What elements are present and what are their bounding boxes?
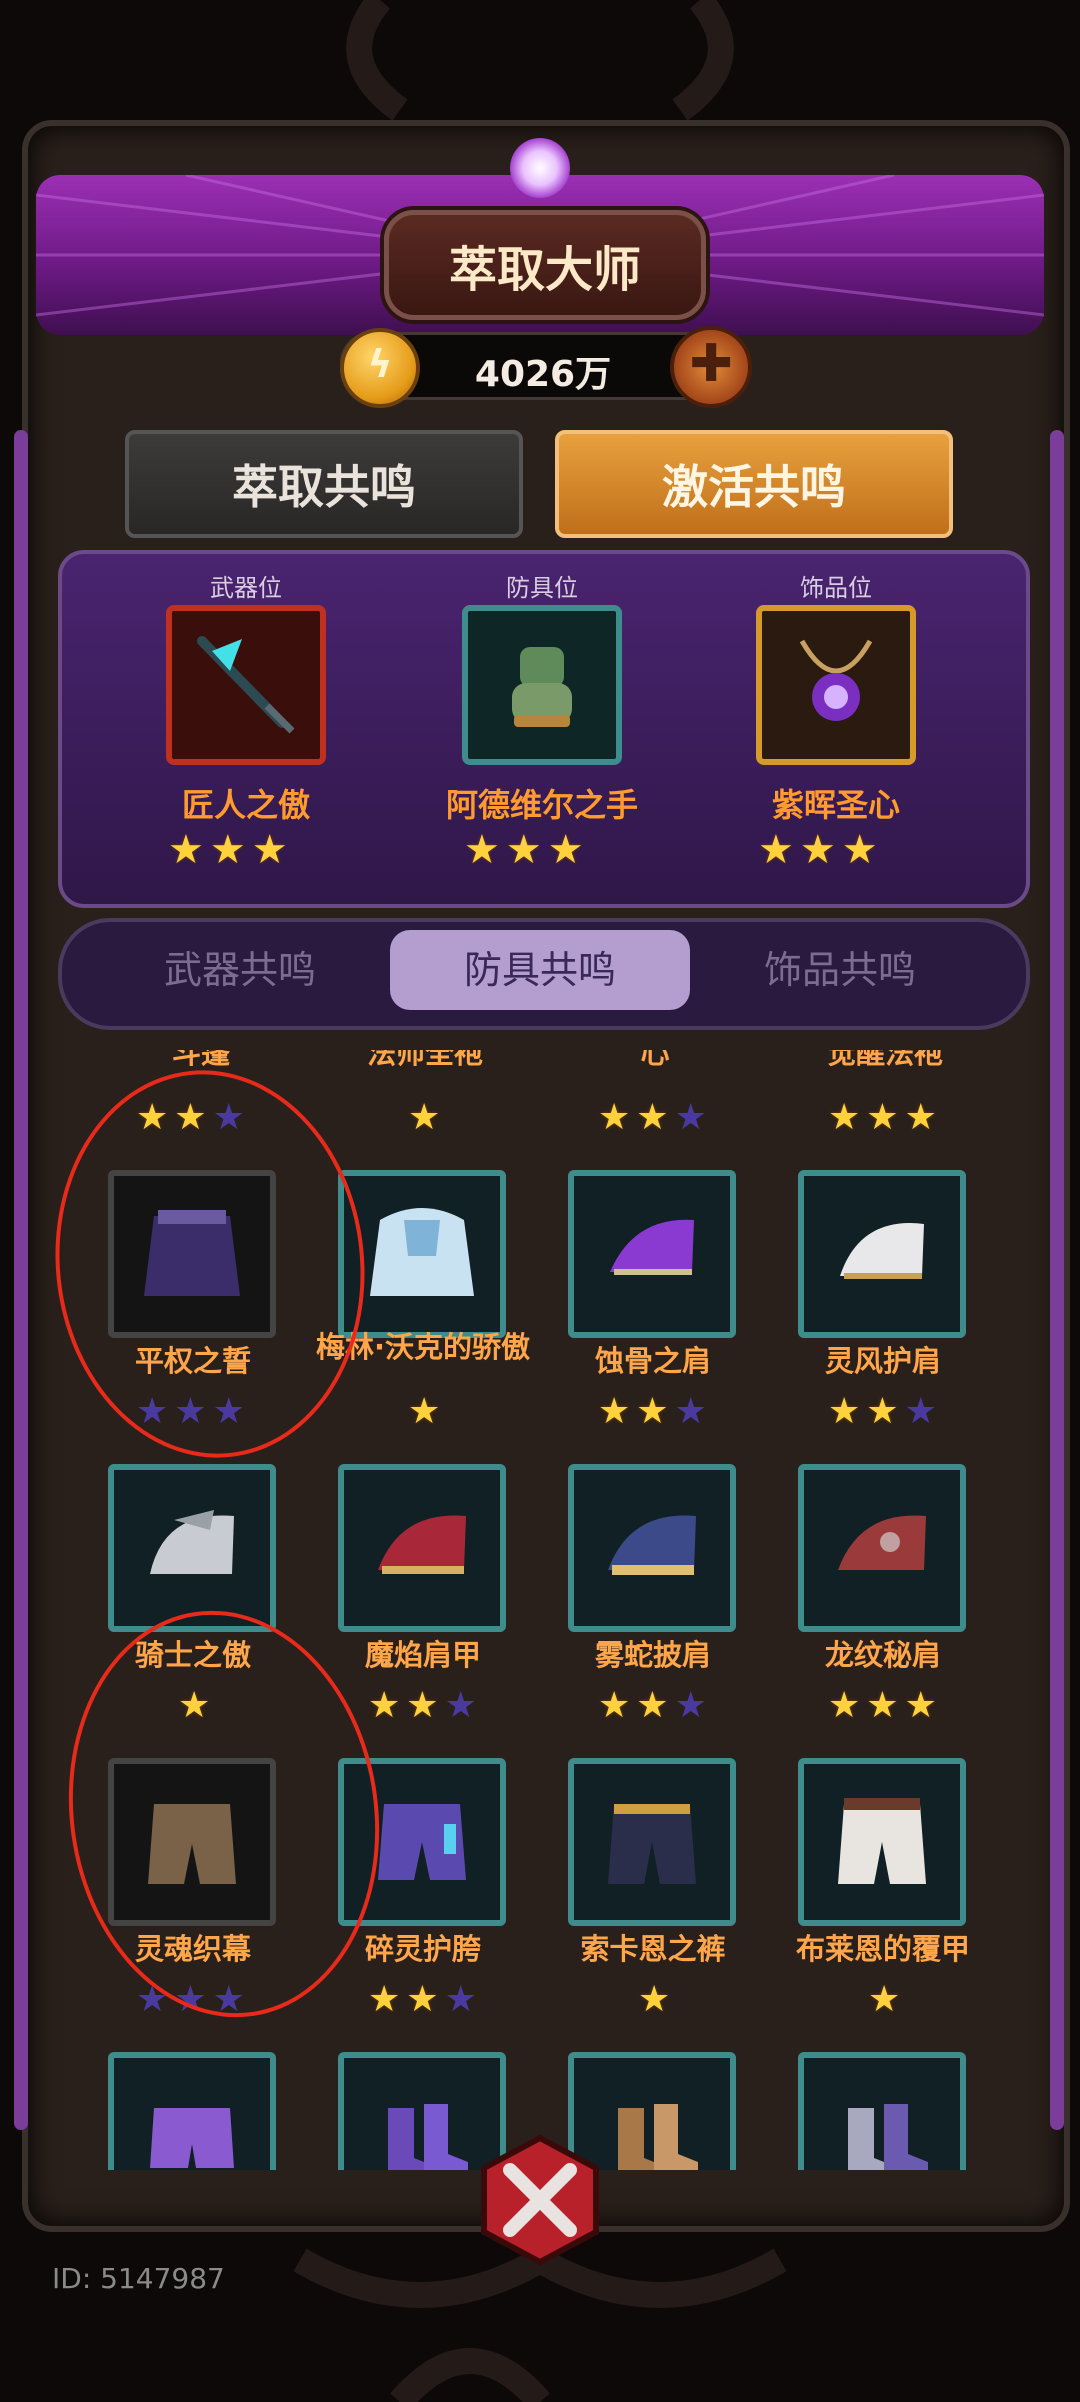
slot-armor[interactable] — [462, 605, 622, 765]
white-pauldron-icon — [840, 1223, 924, 1279]
lightning-coin-icon: ϟ — [340, 328, 420, 408]
partial-item-name: 觉醒法袍 — [826, 1050, 943, 1070]
item-tile-wind-shoulder[interactable] — [798, 1170, 966, 1338]
item-stars: ★ — [638, 1979, 671, 2020]
slot-stars-accessory: ★ ★ ★ — [758, 827, 878, 873]
item-name: 布莱恩的覆甲 — [795, 1932, 970, 1966]
purple-pauldron-icon — [610, 1219, 694, 1275]
slot-label-armor: 防具位 — [506, 574, 578, 602]
blue-pauldron-icon — [608, 1515, 696, 1575]
slot-stars-weapon: ★ ★ ★ — [168, 827, 288, 873]
tab-label: 萃取共鸣 — [232, 460, 416, 514]
item-stars: ★ — [408, 1391, 441, 1432]
partial-item-stars: ★ ★ ★ — [598, 1097, 707, 1138]
partial-item-name: 心 — [640, 1050, 670, 1070]
tab-armor-resonance[interactable]: 防具共鸣 — [390, 930, 690, 1010]
red-pauldron-icon — [378, 1515, 466, 1574]
slot-label-accessory: 饰品位 — [800, 574, 872, 602]
item-name: 雾蛇披肩 — [594, 1638, 711, 1672]
amulet-icon — [799, 639, 873, 721]
slot-accessory[interactable] — [756, 605, 916, 765]
close-button[interactable] — [470, 2130, 610, 2270]
crimson-pauldron-icon — [838, 1515, 926, 1570]
player-id: ID: 5147987 — [52, 2262, 225, 2295]
tab-weapon-resonance[interactable]: 武器共鸣 — [90, 930, 390, 1010]
slot-label-weapon: 武器位 — [210, 574, 282, 602]
page-title: 萃取大师 — [448, 242, 641, 298]
plus-icon[interactable]: ✚ — [670, 326, 752, 408]
item-name: 索卡恩之裤 — [580, 1932, 726, 1966]
silver-pauldron-icon — [150, 1510, 234, 1574]
close-x-icon — [481, 2134, 599, 2266]
slot-item-name-armor: 阿德维尔之手 — [445, 786, 638, 824]
item-tile-mist-serpent-cape[interactable] — [568, 1464, 736, 1632]
tab-activate-resonance[interactable]: 激活共鸣 — [555, 430, 953, 538]
item-tile-brian-armor[interactable] — [798, 1758, 966, 1926]
partial-item-name: 法师全袍 — [366, 1050, 483, 1070]
tab-label: 激活共鸣 — [662, 460, 846, 514]
item-tile-knight-pride[interactable] — [108, 1464, 276, 1632]
item-tile-sokan-trousers[interactable] — [568, 1758, 736, 1926]
item-stars: ★ ★ ★ — [598, 1391, 707, 1432]
item-tile-partial[interactable] — [108, 2052, 276, 2170]
right-rail — [1050, 430, 1064, 2130]
partial-item-stars: ★ ★ ★ — [828, 1097, 937, 1138]
item-stars: ★ ★ ★ — [828, 1391, 937, 1432]
item-tile-dragon-shoulder[interactable] — [798, 1464, 966, 1632]
partial-item-stars: ★ — [408, 1097, 441, 1138]
glowing-orb-icon — [510, 138, 570, 198]
item-stars: ★ — [868, 1979, 901, 2020]
slot-item-name-accessory: 紫晖圣心 — [771, 786, 900, 824]
item-stars: ★ ★ ★ — [828, 1685, 937, 1726]
item-tile-partial[interactable] — [798, 2052, 966, 2170]
item-stars: ★ ★ ★ — [368, 1979, 477, 2020]
page-title-plate: 萃取大师 — [384, 210, 706, 320]
item-stars: ★ ★ ★ — [368, 1685, 477, 1726]
item-tile-flame-pauldron[interactable] — [338, 1464, 506, 1632]
slot-weapon[interactable] — [166, 605, 326, 765]
item-name: 灵风护肩 — [824, 1344, 941, 1378]
item-name: 魔焰肩甲 — [364, 1638, 481, 1672]
partial-item-name: 斗篷 — [171, 1050, 230, 1070]
purple-shorts-icon — [150, 2108, 234, 2168]
gauntlet-icon — [512, 647, 572, 727]
left-rail — [14, 430, 28, 2130]
silver-boots-icon — [848, 2104, 928, 2170]
item-name: 龙纹秘肩 — [824, 1638, 941, 1672]
slot-stars-armor: ★ ★ ★ — [464, 827, 584, 873]
white-pants-icon — [838, 1798, 926, 1884]
item-tile-bone-shoulder[interactable] — [568, 1170, 736, 1338]
navy-pants-icon — [608, 1804, 696, 1884]
mantle-icon — [370, 1208, 474, 1296]
item-name: 蚀骨之肩 — [594, 1344, 711, 1378]
tab-accessory-resonance[interactable]: 饰品共鸣 — [690, 930, 990, 1010]
tab-extract-resonance[interactable]: 萃取共鸣 — [125, 430, 523, 538]
item-stars: ★ ★ ★ — [598, 1685, 707, 1726]
slot-item-name-weapon: 匠人之傲 — [181, 786, 310, 824]
spear-icon — [197, 636, 295, 734]
